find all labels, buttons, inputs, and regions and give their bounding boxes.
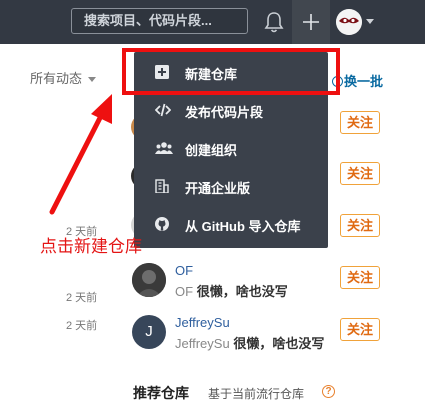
highlight-box	[122, 48, 340, 95]
menu-item-label: 创建组织	[185, 143, 238, 158]
activity-filter-dropdown[interactable]: 所有动态	[30, 68, 97, 87]
menu-item-create-org[interactable]: 创建组织	[134, 130, 328, 166]
search-input[interactable]: 搜索项目、代码片段...	[71, 8, 248, 34]
timestamp: 2 天前	[66, 292, 98, 304]
menu-item-import-github[interactable]: 从 GitHub 导入仓库	[134, 206, 328, 242]
user-bio-name: JeffreySu	[175, 336, 230, 351]
annotation-text: 点击新建仓库	[40, 237, 142, 257]
help-icon[interactable]: ?	[322, 385, 335, 398]
user-bio: OF 很懒，啥也没写	[175, 281, 288, 300]
activity-filter-label: 所有动态	[30, 71, 83, 86]
user-avatar[interactable]	[336, 9, 362, 35]
follow-button[interactable]: 关注	[340, 111, 380, 134]
user-avatar-of[interactable]	[132, 263, 166, 297]
user-avatar-jeffreysu[interactable]: J	[132, 315, 166, 349]
follow-button[interactable]: 关注	[340, 214, 380, 237]
group-icon	[155, 141, 173, 155]
user-bio-name: OF	[175, 284, 194, 299]
create-new-button[interactable]	[292, 0, 330, 44]
user-name-link[interactable]: OF	[175, 263, 193, 278]
follow-button[interactable]: 关注	[340, 162, 380, 185]
follow-button[interactable]: 关注	[340, 318, 380, 341]
menu-item-enterprise[interactable]: 开通企业版	[134, 168, 328, 204]
user-bio-text: 很懒，啥也没写	[233, 336, 325, 351]
refresh-label: 换一批	[344, 74, 384, 89]
timestamp: 2 天前	[66, 320, 98, 332]
user-name-link[interactable]: JeffreySu	[175, 315, 230, 330]
plus-icon	[303, 14, 319, 30]
chevron-down-icon[interactable]	[366, 19, 374, 24]
user-bio: JeffreySu 很懒，啥也没写	[175, 333, 324, 352]
chevron-down-icon	[88, 77, 97, 83]
bell-icon[interactable]	[263, 10, 285, 34]
github-icon	[155, 217, 169, 231]
section-title: 推荐仓库	[133, 385, 189, 401]
user-bio-text: 很懒，啥也没写	[196, 284, 288, 299]
menu-item-publish-snippet[interactable]: 发布代码片段	[134, 92, 328, 128]
menu-item-label: 发布代码片段	[185, 105, 264, 120]
section-subtitle: 基于当前流行仓库	[208, 387, 305, 401]
building-icon	[155, 179, 169, 194]
code-icon	[154, 103, 172, 117]
menu-item-label: 开通企业版	[185, 181, 251, 196]
top-navbar: 搜索项目、代码片段...	[0, 0, 425, 44]
menu-item-label: 从 GitHub 导入仓库	[185, 219, 301, 234]
follow-button[interactable]: 关注	[340, 266, 380, 289]
